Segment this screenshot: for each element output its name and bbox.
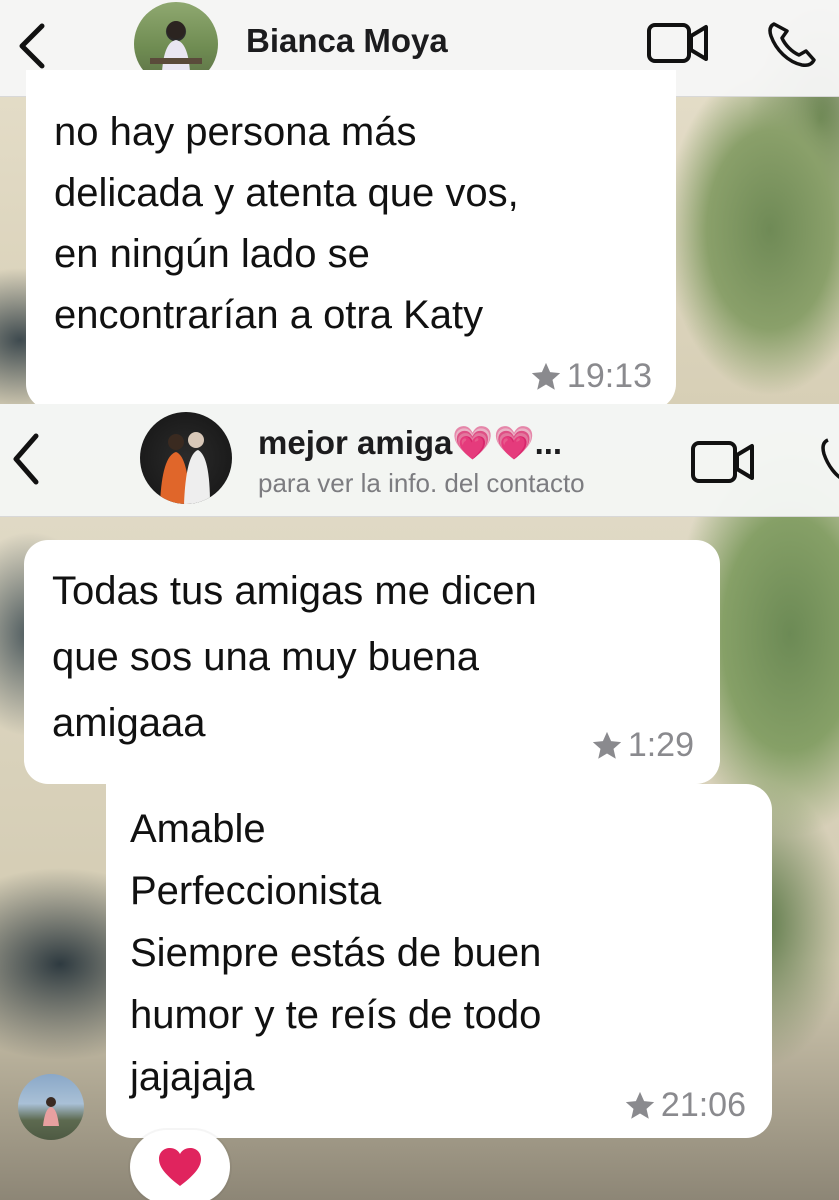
message-meta: 19:13 <box>529 357 652 396</box>
message-time: 19:13 <box>566 357 652 395</box>
chat-panel-mejor-amiga: mejor amiga💗💗... para ver la info. del c… <box>0 404 839 1200</box>
chat-header: mejor amiga💗💗... para ver la info. del c… <box>0 404 839 517</box>
message-time: 21:06 <box>660 1086 746 1124</box>
message-bubble[interactable]: Todas tus amigas me dicen que sos una mu… <box>24 540 720 784</box>
video-camera-icon[interactable] <box>690 440 756 484</box>
message-line: en ningún lado se <box>54 232 370 276</box>
avatar[interactable] <box>140 412 232 504</box>
message-line: humor y te reís de todo <box>130 993 542 1037</box>
message-line: encontrarían a otra Katy <box>54 293 484 337</box>
star-icon <box>531 362 561 390</box>
video-camera-icon[interactable] <box>646 22 710 64</box>
chevron-left-icon[interactable] <box>14 22 48 70</box>
star-icon <box>625 1091 655 1119</box>
message-line: Siempre estás de buen <box>130 931 542 975</box>
message-line: Amable <box>130 807 266 851</box>
message-line: Perfeccionista <box>130 869 382 913</box>
message-line: no hay persona más <box>54 110 417 154</box>
sender-avatar[interactable] <box>18 1074 84 1140</box>
phone-icon[interactable] <box>818 434 839 486</box>
chat-panel-bianca: Bianca Moya no hay persona más delicada … <box>0 0 839 404</box>
message-bubble[interactable]: no hay persona más delicada y atenta que… <box>26 70 676 404</box>
message-text: Amable Perfeccionista Siempre estás de b… <box>130 798 748 1108</box>
message-text: no hay persona más delicada y atenta que… <box>54 80 648 346</box>
message-line: Todas tus amigas me dicen <box>52 569 537 613</box>
message-meta: 21:06 <box>623 1086 746 1125</box>
message-time: 1:29 <box>627 726 694 764</box>
contact-subtitle: para ver la info. del contacto <box>258 468 585 498</box>
contact-name[interactable]: mejor amiga💗💗... <box>258 424 562 463</box>
heart-icon <box>159 1148 201 1186</box>
message-bubble[interactable]: Amable Perfeccionista Siempre estás de b… <box>106 784 772 1138</box>
contact-name[interactable]: Bianca Moya <box>246 22 448 60</box>
message-meta: 1:29 <box>590 726 694 765</box>
avatar-person-icon <box>43 1097 59 1126</box>
message-line: delicada y atenta que vos, <box>54 171 519 215</box>
star-icon <box>592 731 621 759</box>
chevron-left-icon[interactable] <box>8 432 42 486</box>
message-line: que sos una muy buena <box>52 635 479 679</box>
phone-icon[interactable] <box>766 20 818 68</box>
reaction-badge[interactable] <box>130 1130 230 1200</box>
avatar-people-icon <box>160 432 210 504</box>
